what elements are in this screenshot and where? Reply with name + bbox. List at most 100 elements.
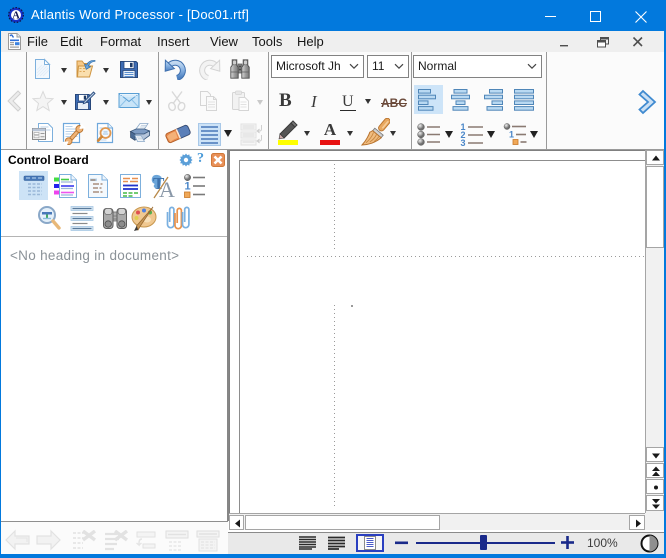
cb-tab-overview[interactable]	[36, 205, 62, 233]
horizontal-scroll-thumb[interactable]	[245, 515, 440, 530]
cb-tab-find[interactable]	[102, 205, 128, 232]
underline-button[interactable]: U	[340, 93, 356, 111]
align-right-button[interactable]	[482, 89, 503, 111]
full-screen-button[interactable]	[640, 534, 659, 553]
last-edit-button[interactable]	[134, 530, 157, 551]
open-document-button[interactable]	[73, 58, 96, 80]
document-icon[interactable]	[7, 33, 22, 50]
save-button[interactable]	[118, 58, 140, 80]
web-view-button[interactable]	[328, 536, 345, 550]
control-board-close-icon[interactable]	[211, 153, 225, 167]
toolbar-scroll-left-chevron[interactable]	[4, 89, 22, 113]
font-name-combobox[interactable]: Microsoft Jh	[271, 55, 364, 78]
cb-tab-headings[interactable]	[22, 174, 46, 198]
font-size-combobox[interactable]: 11	[367, 55, 409, 78]
paragraph-formatting-dropdown[interactable]	[224, 130, 232, 137]
mdi-minimize-icon[interactable]	[558, 36, 572, 48]
cb-tab-proofing[interactable]	[131, 205, 159, 232]
bullet-list-dropdown[interactable]	[445, 131, 453, 138]
menu-file[interactable]: File	[27, 34, 48, 49]
clear-formatting-button[interactable]	[103, 530, 129, 551]
vertical-scroll-thumb[interactable]	[646, 166, 664, 248]
find-button[interactable]	[229, 58, 251, 81]
cb-tab-lists[interactable]: 1	[183, 174, 206, 198]
font-color-dropdown[interactable]	[347, 131, 353, 136]
style-combobox[interactable]: Normal	[413, 55, 542, 78]
scroll-up-button[interactable]	[646, 150, 664, 165]
new-document-dropdown[interactable]	[61, 68, 67, 73]
menu-tools[interactable]: Tools	[252, 34, 282, 49]
align-justify-button[interactable]	[514, 89, 535, 111]
scroll-right-button[interactable]	[629, 515, 645, 530]
numbered-list-button[interactable]: 1 2 3	[460, 122, 484, 146]
navigate-back-button[interactable]	[4, 529, 31, 551]
menu-help[interactable]: Help	[297, 34, 324, 49]
document-header-button[interactable]	[164, 529, 190, 552]
menu-edit[interactable]: Edit	[60, 34, 82, 49]
menu-view[interactable]: View	[210, 34, 238, 49]
clear-list-button[interactable]	[71, 530, 97, 551]
multilevel-list-dropdown[interactable]	[530, 131, 538, 138]
save-special-dropdown[interactable]	[103, 100, 109, 105]
document-options-button[interactable]	[62, 121, 86, 145]
zoom-out-button[interactable]	[395, 541, 408, 545]
save-special-button[interactable]	[73, 90, 96, 112]
copy-button[interactable]	[198, 90, 220, 112]
bullet-list-button[interactable]	[417, 123, 441, 146]
align-center-button[interactable]	[450, 89, 471, 111]
cb-tab-attachments[interactable]	[164, 204, 190, 233]
scroll-left-button[interactable]	[229, 515, 244, 530]
underline-dropdown[interactable]	[365, 99, 371, 104]
cb-tab-keywords[interactable]	[87, 173, 109, 199]
align-left-button[interactable]	[418, 89, 439, 111]
open-document-dropdown[interactable]	[103, 68, 109, 73]
menu-format[interactable]: Format	[100, 34, 141, 49]
paragraph-formatting-button[interactable]	[198, 123, 221, 146]
select-browse-object-button[interactable]	[646, 479, 664, 494]
numbered-list-dropdown[interactable]	[487, 131, 495, 138]
close-button[interactable]	[618, 1, 663, 30]
cut-button[interactable]	[166, 90, 188, 112]
document-view[interactable]	[229, 150, 645, 513]
email-dropdown[interactable]	[146, 100, 152, 105]
menu-insert[interactable]: Insert	[157, 34, 190, 49]
document-properties-button[interactable]	[31, 122, 54, 144]
maximize-button[interactable]	[573, 1, 618, 30]
zoom-slider-thumb[interactable]	[480, 535, 487, 550]
next-page-button[interactable]	[646, 495, 664, 511]
undo-button[interactable]	[164, 57, 188, 80]
font-color-button[interactable]: A	[320, 121, 340, 145]
erase-button[interactable]	[165, 124, 191, 144]
highlight-dropdown[interactable]	[304, 131, 310, 136]
previous-page-button[interactable]	[646, 463, 664, 478]
toolbar-scroll-right-chevron[interactable]	[637, 89, 661, 115]
scroll-down-button[interactable]	[646, 447, 664, 462]
vertical-scrollbar[interactable]	[645, 150, 664, 513]
italic-button[interactable]: I	[311, 92, 317, 112]
strikethrough-button[interactable]: ABC	[381, 96, 407, 110]
format-painter-dropdown[interactable]	[390, 131, 396, 136]
draft-view-button[interactable]	[299, 536, 316, 550]
navigate-forward-button[interactable]	[35, 529, 62, 551]
redo-button[interactable]	[197, 57, 221, 80]
favorites-button[interactable]	[32, 90, 54, 112]
new-document-button[interactable]	[32, 58, 53, 80]
cb-tab-fonts[interactable]: T A	[151, 173, 176, 199]
paste-dropdown[interactable]	[257, 100, 263, 105]
zoom-in-button[interactable]	[561, 536, 574, 549]
mdi-close-icon[interactable]	[631, 36, 645, 48]
horizontal-scrollbar[interactable]	[229, 513, 645, 530]
mdi-restore-icon[interactable]	[596, 36, 610, 48]
print-preview-button[interactable]	[94, 122, 116, 144]
favorites-dropdown[interactable]	[61, 100, 67, 105]
minimize-button[interactable]	[528, 1, 573, 30]
paste-button[interactable]	[230, 90, 252, 112]
multilevel-list-button[interactable]: 1	[503, 123, 527, 146]
styled-paste-button[interactable]	[240, 123, 264, 146]
control-board-help-icon[interactable]: ?	[197, 151, 204, 167]
bold-button[interactable]: B	[279, 90, 292, 112]
control-board-settings-gear-icon[interactable]	[179, 153, 193, 167]
print-button[interactable]	[128, 122, 151, 144]
document-footer-button[interactable]	[195, 529, 221, 552]
cb-tab-paragraphs[interactable]	[70, 206, 94, 232]
